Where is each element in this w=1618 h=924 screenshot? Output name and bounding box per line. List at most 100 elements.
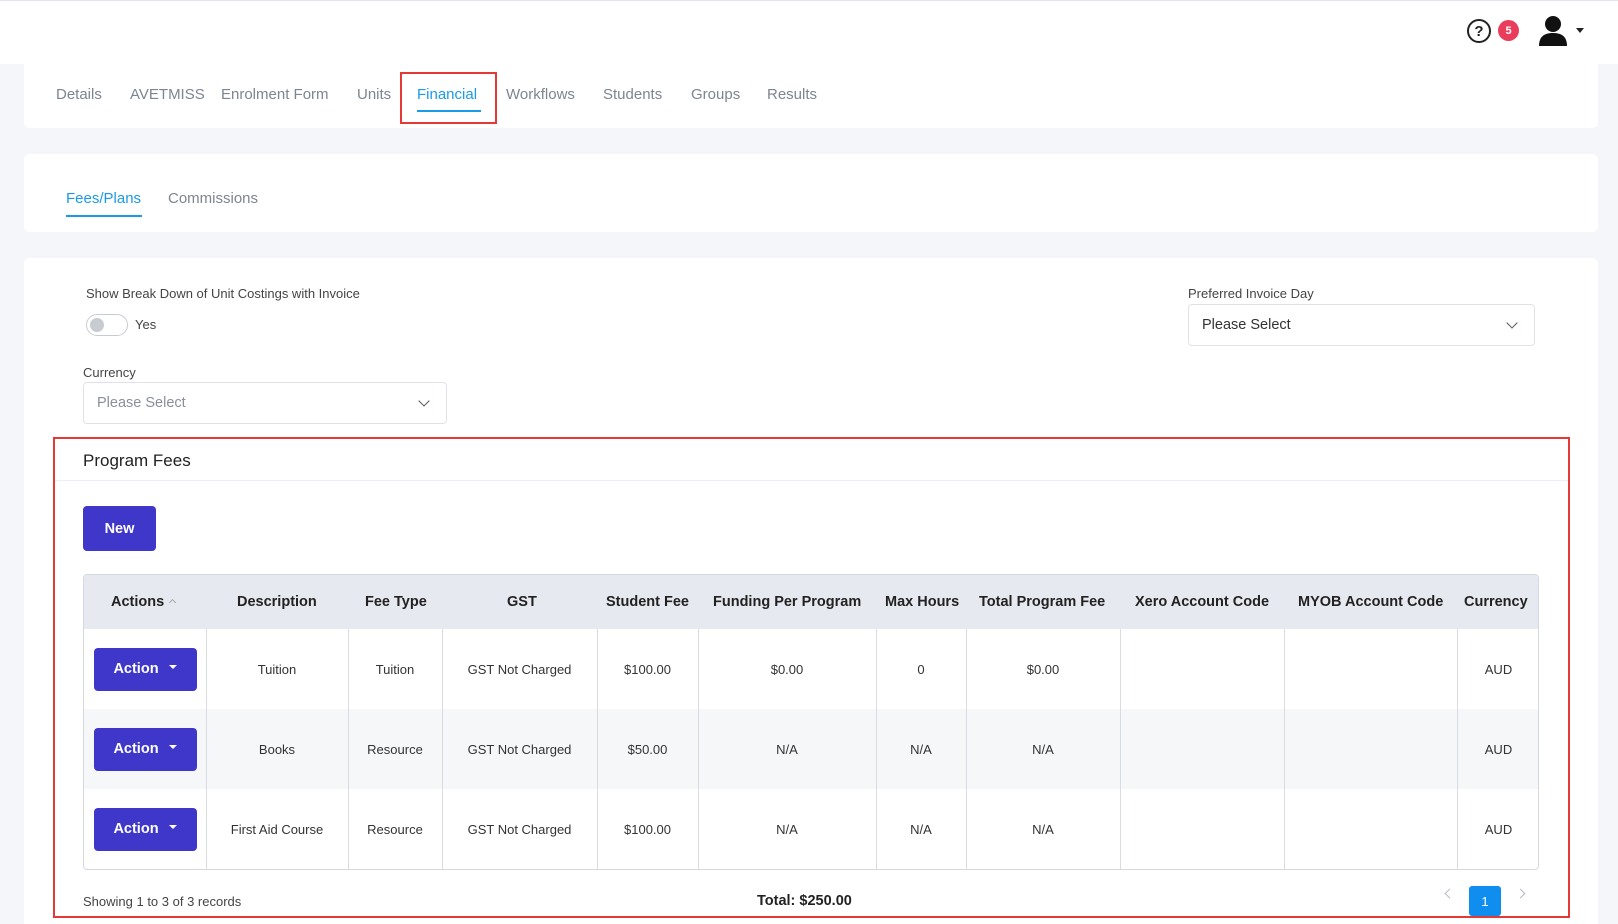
table-header: Actions Description Fee Type GST Student… <box>84 575 1538 629</box>
breakdown-toggle[interactable] <box>86 314 128 336</box>
tab-avetmiss[interactable]: AVETMISS <box>130 86 205 103</box>
action-label: Action <box>113 741 159 757</box>
action-label: Action <box>113 661 159 677</box>
subtab-active-indicator <box>66 215 142 217</box>
sub-tabs-card: Fees/Plans Commissions <box>24 154 1598 232</box>
column-divider <box>597 629 598 869</box>
actions-cell: Action <box>84 709 206 789</box>
new-fee-button[interactable]: New <box>83 506 156 551</box>
column-divider <box>1284 629 1285 869</box>
gst-cell: GST Not Charged <box>467 741 572 757</box>
row-action-button[interactable]: Action <box>93 807 197 851</box>
tab-enrolment-form[interactable]: Enrolment Form <box>221 86 329 103</box>
tab-details[interactable]: Details <box>56 86 102 103</box>
sort-asc-icon <box>169 598 177 606</box>
currency-cell: AUD <box>1484 661 1513 677</box>
student-fee-cell: $50.00 <box>627 741 668 757</box>
currency-label: Currency <box>83 365 136 380</box>
xero-cell <box>1120 789 1284 869</box>
financial-tab-highlight <box>400 72 497 124</box>
total-fee-cell: $0.00 <box>1026 661 1060 677</box>
description-cell: First Aid Course <box>230 821 324 837</box>
column-divider <box>1457 629 1458 869</box>
breakdown-toggle-label: Yes <box>135 317 157 332</box>
records-summary: Showing 1 to 3 of 3 records <box>83 894 242 909</box>
total-fee-cell: N/A <box>1032 821 1054 837</box>
toggle-knob <box>90 318 104 332</box>
caret-down-icon <box>168 665 177 669</box>
col-student-fee[interactable]: Student Fee <box>606 594 689 610</box>
tab-groups[interactable]: Groups <box>691 86 740 103</box>
col-xero-account-code[interactable]: Xero Account Code <box>1135 594 1269 610</box>
currency-cell: AUD <box>1484 741 1513 757</box>
currency-placeholder: Please Select <box>97 395 186 411</box>
col-actions[interactable]: Actions <box>111 594 177 610</box>
user-menu[interactable] <box>1538 15 1584 49</box>
funding-cell: $0.00 <box>770 661 804 677</box>
column-divider <box>348 629 349 869</box>
program-fees-table: Actions Description Fee Type GST Student… <box>83 574 1539 870</box>
row-action-button[interactable]: Action <box>93 727 197 771</box>
chevron-down-icon <box>1506 317 1518 329</box>
caret-down-icon <box>168 745 177 749</box>
invoice-day-select[interactable]: Please Select <box>1188 304 1535 346</box>
description-cell: Books <box>258 741 296 757</box>
fee-type-cell: Resource <box>367 821 423 837</box>
top-bar: ? 5 <box>0 0 1618 64</box>
user-avatar-icon <box>1539 16 1567 46</box>
help-icon[interactable]: ? <box>1467 19 1491 43</box>
max-hours-cell: 0 <box>917 661 925 677</box>
table-row: Action First Aid Course Resource GST Not… <box>84 789 1538 869</box>
myob-cell <box>1284 789 1457 869</box>
column-divider <box>966 629 967 869</box>
currency-select[interactable]: Please Select <box>83 382 447 424</box>
main-tabs-card: Details AVETMISS Enrolment Form Units Fi… <box>24 64 1598 128</box>
col-myob-account-code[interactable]: MYOB Account Code <box>1298 594 1443 610</box>
fees-total: Total: $250.00 <box>757 893 852 909</box>
description-cell: Tuition <box>257 661 297 677</box>
tab-results[interactable]: Results <box>767 86 817 103</box>
column-divider <box>698 629 699 869</box>
section-divider <box>55 480 1568 481</box>
col-funding-per-program[interactable]: Funding Per Program <box>713 594 861 610</box>
funding-cell: N/A <box>776 821 798 837</box>
invoice-day-label: Preferred Invoice Day <box>1188 286 1314 301</box>
fee-type-cell: Tuition <box>375 661 415 677</box>
notification-badge[interactable]: 5 <box>1498 20 1519 41</box>
table-row: Action Tuition Tuition GST Not Charged $… <box>84 629 1538 709</box>
page-button-current[interactable]: 1 <box>1469 886 1501 916</box>
row-action-button[interactable]: Action <box>93 647 197 691</box>
gst-cell: GST Not Charged <box>467 661 572 677</box>
col-actions-label: Actions <box>111 594 165 610</box>
currency-cell: AUD <box>1484 821 1513 837</box>
tab-units[interactable]: Units <box>357 86 391 103</box>
myob-cell <box>1284 629 1457 709</box>
col-max-hours[interactable]: Max Hours <box>885 594 959 610</box>
col-fee-type[interactable]: Fee Type <box>365 594 427 610</box>
program-fees-title: Program Fees <box>83 451 191 470</box>
max-hours-cell: N/A <box>910 821 932 837</box>
column-divider <box>1120 629 1121 869</box>
student-fee-cell: $100.00 <box>624 661 671 677</box>
actions-cell: Action <box>84 629 206 709</box>
max-hours-cell: N/A <box>910 741 932 757</box>
action-label: Action <box>113 821 159 837</box>
table-row: Action Books Resource GST Not Charged $5… <box>84 709 1538 789</box>
actions-cell: Action <box>84 789 206 869</box>
subtab-commissions[interactable]: Commissions <box>168 190 258 207</box>
chevron-down-icon <box>1576 28 1584 33</box>
caret-down-icon <box>168 825 177 829</box>
student-fee-cell: $100.00 <box>624 821 671 837</box>
col-gst[interactable]: GST <box>507 594 537 610</box>
subtab-fees-plans[interactable]: Fees/Plans <box>66 190 141 207</box>
col-description[interactable]: Description <box>237 594 317 610</box>
column-divider <box>876 629 877 869</box>
column-divider <box>206 629 207 869</box>
col-total-program-fee[interactable]: Total Program Fee <box>979 594 1105 610</box>
funding-cell: N/A <box>776 741 798 757</box>
col-currency[interactable]: Currency <box>1464 594 1528 610</box>
tab-workflows[interactable]: Workflows <box>506 86 575 103</box>
tab-students[interactable]: Students <box>603 86 662 103</box>
invoice-day-value: Please Select <box>1202 317 1291 333</box>
column-divider <box>442 629 443 869</box>
